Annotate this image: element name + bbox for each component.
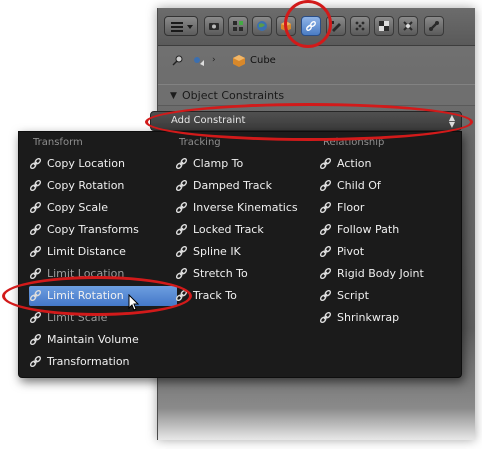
menu-item[interactable]: Copy Rotation: [29, 176, 177, 196]
constraint-link-icon: [175, 223, 188, 236]
menu-item-label: Transformation: [47, 355, 130, 368]
menu-item[interactable]: Locked Track: [175, 220, 315, 240]
add-constraint-menu: Transform Tracking Relationship Copy Loc…: [18, 131, 462, 378]
menu-column-header-tracking: Tracking: [179, 137, 221, 148]
menu-item-label: Stretch To: [193, 267, 248, 280]
constraint-link-icon: [175, 245, 188, 258]
constraint-link-icon: [175, 267, 188, 280]
constraint-link-icon: [319, 311, 332, 324]
tab-bone[interactable]: [424, 16, 444, 36]
constraint-link-icon: [319, 157, 332, 170]
menu-item[interactable]: Track To: [175, 286, 315, 306]
menu-item[interactable]: Maintain Volume: [29, 330, 177, 350]
constraint-link-icon: [29, 223, 42, 236]
constraint-link-icon: [29, 245, 42, 258]
menu-item-label: Copy Rotation: [47, 179, 125, 192]
constraint-link-icon: [319, 179, 332, 192]
menu-item-label: Maintain Volume: [47, 333, 139, 346]
menu-item-label: Action: [337, 157, 372, 170]
menu-item[interactable]: Damped Track: [175, 176, 315, 196]
tab-render[interactable]: [204, 16, 224, 36]
breadcrumb-separator: ›: [212, 55, 216, 65]
menu-item[interactable]: Shrinkwrap: [319, 308, 459, 328]
menu-item-label: Clamp To: [193, 157, 244, 170]
menu-item[interactable]: Spline IK: [175, 242, 315, 262]
menu-item-label: Track To: [193, 289, 237, 302]
menu-item[interactable]: Clamp To: [175, 154, 315, 174]
constraint-link-icon: [29, 157, 42, 170]
menu-item[interactable]: Action: [319, 154, 459, 174]
properties-editor-icon: [171, 22, 193, 32]
menu-item[interactable]: Follow Path: [319, 220, 459, 240]
menu-item-label: Copy Transforms: [47, 223, 139, 236]
menu-item-label: Copy Location: [47, 157, 125, 170]
menu-item[interactable]: Rigid Body Joint: [319, 264, 459, 284]
breadcrumb: › Cube: [158, 50, 475, 74]
tab-scene[interactable]: [228, 16, 248, 36]
menu-item-label: Script: [337, 289, 369, 302]
menu-item-label: Rigid Body Joint: [337, 267, 424, 280]
menu-item[interactable]: Copy Transforms: [29, 220, 177, 240]
menu-item[interactable]: Floor: [319, 198, 459, 218]
constraint-link-icon: [175, 179, 188, 192]
constraint-link-icon: [29, 333, 42, 346]
menu-item[interactable]: Pivot: [319, 242, 459, 262]
menu-item[interactable]: Script: [319, 286, 459, 306]
menu-item-label: Inverse Kinematics: [193, 201, 298, 214]
menu-item[interactable]: Child Of: [319, 176, 459, 196]
menu-item-label: Limit Distance: [47, 245, 126, 258]
menu-item-label: Damped Track: [193, 179, 272, 192]
menu-item[interactable]: Stretch To: [175, 264, 315, 284]
constraint-link-icon: [175, 157, 188, 170]
annotation-ring-constraint-tab: [284, 0, 332, 48]
menu-item-label: Follow Path: [337, 223, 400, 236]
menu-item-label: Copy Scale: [47, 201, 108, 214]
constraint-link-icon: [29, 179, 42, 192]
constraint-link-icon: [29, 311, 42, 324]
constraint-link-icon: [29, 355, 42, 368]
tab-particles[interactable]: [350, 16, 370, 36]
menu-item-label: Floor: [337, 201, 365, 214]
menu-column-header-transform: Transform: [33, 137, 83, 148]
pin-icon[interactable]: [170, 54, 184, 68]
menu-item-label: Child Of: [337, 179, 381, 192]
menu-item[interactable]: Copy Location: [29, 154, 177, 174]
constraint-link-icon: [319, 201, 332, 214]
menu-item-label: Pivot: [337, 245, 365, 258]
annotation-ring-add-constraint: [145, 103, 473, 141]
menu-item-label: Locked Track: [193, 223, 264, 236]
menu-item[interactable]: Copy Scale: [29, 198, 177, 218]
mouse-cursor-icon: [128, 294, 140, 311]
tab-physics[interactable]: [374, 16, 394, 36]
physics-icon: [379, 21, 389, 31]
constraint-link-icon: [175, 201, 188, 214]
world-icon: [257, 21, 267, 31]
layers-icon: [233, 21, 243, 31]
constraint-link-icon: [29, 201, 42, 214]
menu-item-label: Shrinkwrap: [337, 311, 400, 324]
constraint-link-icon: [319, 289, 332, 302]
section-title: Object Constraints: [182, 89, 285, 102]
menu-item[interactable]: Inverse Kinematics: [175, 198, 315, 218]
menu-item[interactable]: Transformation: [29, 352, 177, 372]
data-icon: [403, 21, 413, 31]
constraint-link-icon: [319, 245, 332, 258]
constraint-link-icon: [319, 267, 332, 280]
cube-icon: [233, 55, 245, 67]
tab-world[interactable]: [252, 16, 272, 36]
camera-icon: [209, 23, 219, 30]
annotation-ring-limit-rotation: [2, 276, 192, 316]
breadcrumb-object-name: Cube: [250, 55, 276, 66]
constraint-link-icon: [319, 223, 332, 236]
tab-data[interactable]: [398, 16, 418, 36]
collapse-triangle-icon[interactable]: ▼: [170, 91, 177, 101]
constraint-link-icon: [29, 267, 42, 280]
scene-icon: [194, 57, 204, 66]
menu-item[interactable]: Limit Distance: [29, 242, 177, 262]
bone-icon: [429, 21, 439, 31]
menu-item-label: Spline IK: [193, 245, 241, 258]
particles-icon: [355, 21, 365, 31]
editor-type-button[interactable]: [164, 16, 198, 36]
